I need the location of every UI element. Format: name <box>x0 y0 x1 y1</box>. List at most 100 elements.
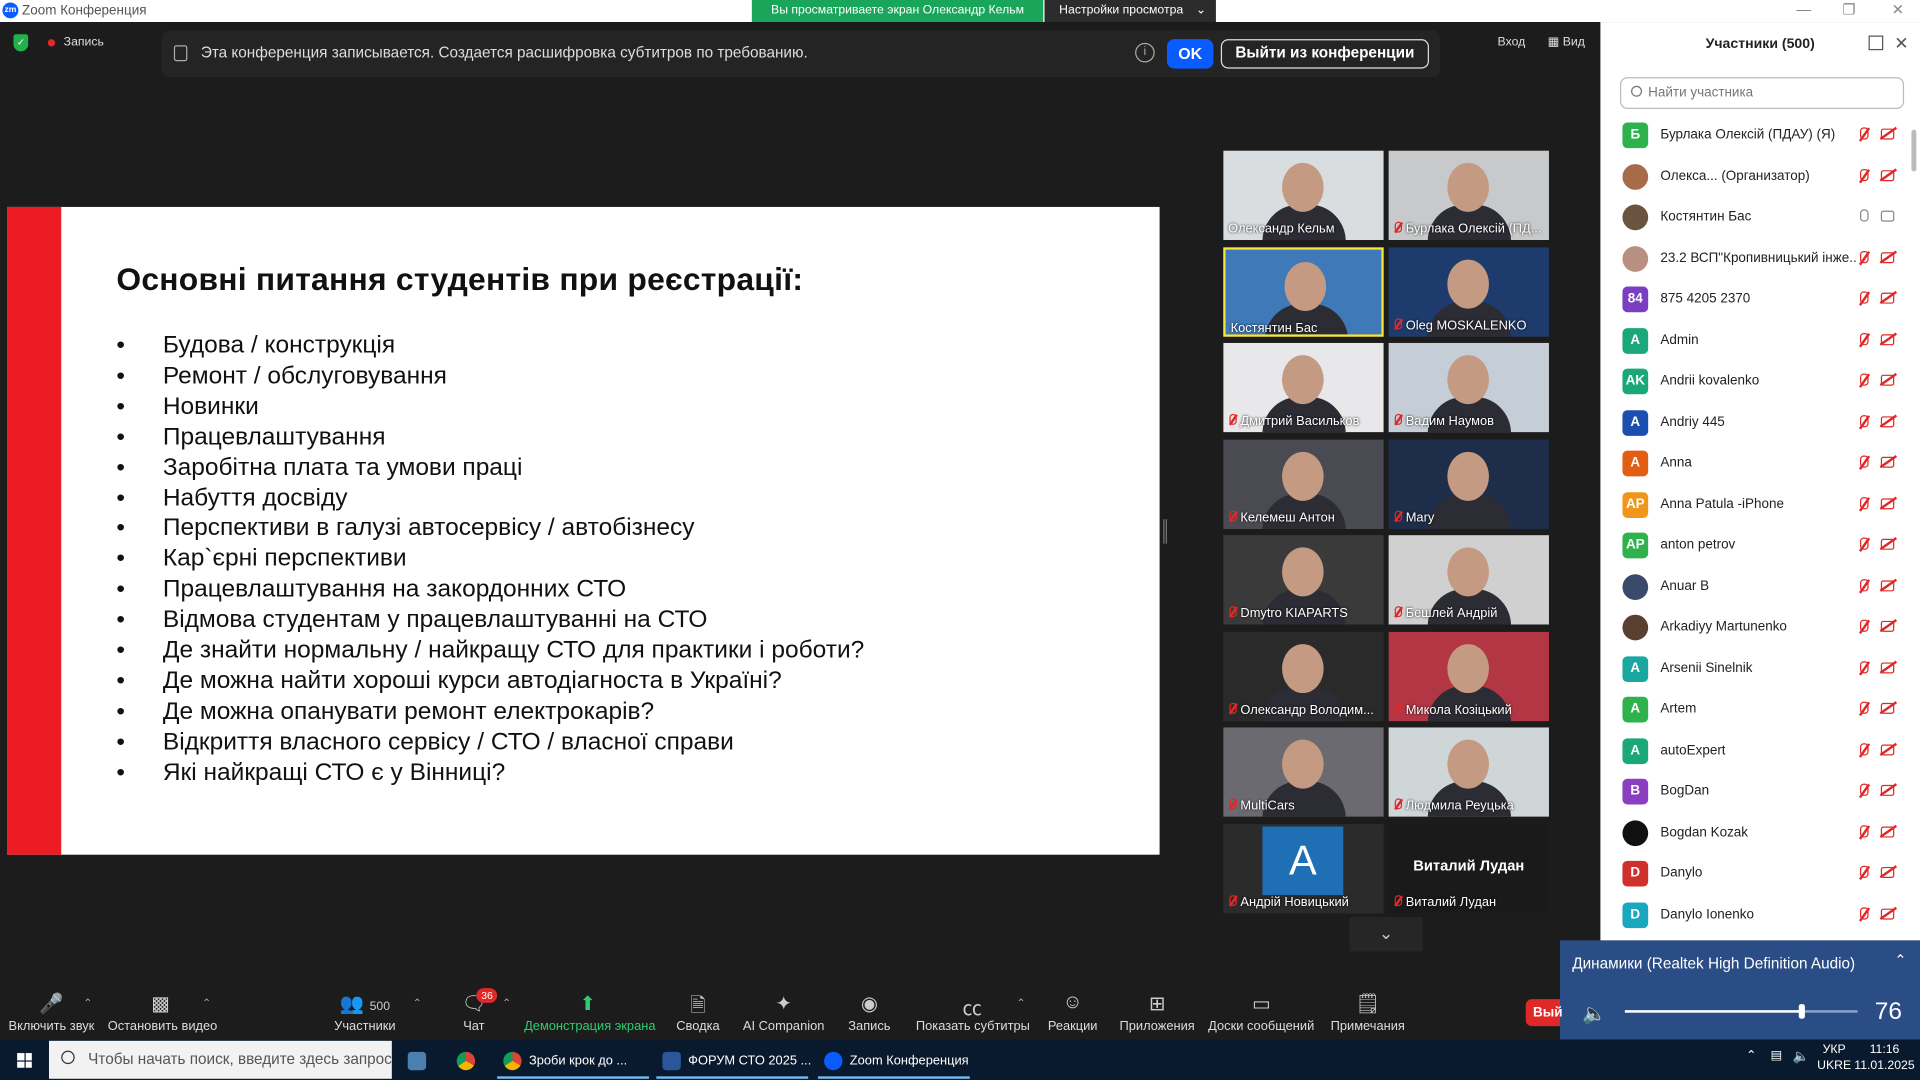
video-off-icon[interactable] <box>1880 333 1895 345</box>
chat-options-caret-icon[interactable]: ⌃ <box>502 997 511 1010</box>
muted-mic-icon[interactable] <box>1858 742 1870 758</box>
volume-tray-icon[interactable]: 🔈 <box>1793 1048 1810 1064</box>
video-options-caret-icon[interactable]: ⌃ <box>202 997 211 1010</box>
video-off-icon[interactable] <box>1880 538 1895 550</box>
participant-row[interactable]: AP Anna Patula -iPhone <box>1600 484 1920 525</box>
summary-button[interactable]: 🗎 Сводка <box>671 992 725 1034</box>
muted-mic-icon[interactable] <box>1858 660 1870 676</box>
ai-companion-button[interactable]: ✦ AI Companion <box>742 992 825 1033</box>
video-tile[interactable]: Oleg MOSKALENKO <box>1388 246 1549 337</box>
muted-mic-icon[interactable] <box>1858 537 1870 553</box>
participant-row[interactable]: A Admin <box>1600 320 1920 361</box>
stop-video-button[interactable]: ▩ Остановить видео <box>108 992 218 1033</box>
video-off-icon[interactable] <box>1880 579 1895 591</box>
participant-row[interactable]: AK Andrii kovalenko <box>1600 361 1920 402</box>
participant-row[interactable]: Anuar B <box>1600 566 1920 607</box>
captions-options-caret-icon[interactable]: ⌃ <box>1016 997 1025 1010</box>
mic-icon[interactable] <box>1858 209 1870 224</box>
video-tile[interactable]: Вадим Наумов <box>1388 342 1549 433</box>
gallery-next-page-button[interactable]: ⌄ <box>1349 917 1423 952</box>
share-screen-button[interactable]: ⬆ Демонстрация экрана <box>524 992 655 1033</box>
participant-row[interactable]: A Anna <box>1600 443 1920 484</box>
video-tile[interactable]: Бурлака Олексій (ПД... <box>1388 150 1549 241</box>
info-icon[interactable]: i <box>1135 42 1155 63</box>
tray-overflow-icon[interactable]: ⌃ <box>1746 1049 1756 1062</box>
muted-mic-icon[interactable] <box>1858 783 1870 799</box>
taskbar-app-tool[interactable] <box>407 1051 434 1071</box>
taskbar-clock[interactable]: 11:16 11.01.2025 <box>1854 1042 1915 1074</box>
participants-button[interactable]: 👥 500 Участники <box>333 992 397 1033</box>
muted-mic-icon[interactable] <box>1858 455 1870 471</box>
video-tile[interactable]: A Андрій Новицький <box>1223 823 1384 913</box>
taskbar-chrome[interactable] <box>456 1051 483 1071</box>
participant-row[interactable]: 84 875 4205 2370 <box>1600 279 1920 320</box>
video-off-icon[interactable] <box>1880 251 1895 263</box>
muted-mic-icon[interactable] <box>1858 496 1870 512</box>
panel-splitter-handle[interactable] <box>1163 519 1167 544</box>
video-camera-icon[interactable] <box>1880 210 1895 222</box>
video-off-icon[interactable] <box>1880 661 1895 673</box>
muted-mic-icon[interactable] <box>1858 250 1870 265</box>
minimize-icon[interactable]: — <box>1791 1 1815 18</box>
volume-slider-handle[interactable] <box>1799 1004 1806 1019</box>
video-tile[interactable]: Бешлей Андрій <box>1388 535 1549 625</box>
video-off-icon[interactable] <box>1880 825 1895 837</box>
windows-start-icon[interactable] <box>17 1053 32 1068</box>
language-indicator[interactable]: УКР UKRE <box>1817 1042 1851 1074</box>
participant-row[interactable]: Костянтин Бас <box>1600 197 1920 238</box>
video-off-icon[interactable] <box>1880 743 1895 755</box>
video-off-icon[interactable] <box>1880 292 1895 304</box>
video-off-icon[interactable] <box>1880 620 1895 632</box>
muted-mic-icon[interactable] <box>1858 578 1870 594</box>
reactions-button[interactable]: ☺ Реакции <box>1047 992 1098 1034</box>
video-off-icon[interactable] <box>1880 128 1895 140</box>
muted-mic-icon[interactable] <box>1858 701 1870 717</box>
video-tile[interactable]: Олександр Володим... <box>1223 631 1384 721</box>
audio-options-caret-icon[interactable]: ⌃ <box>83 997 92 1010</box>
participant-row[interactable]: AP anton petrov <box>1600 525 1920 566</box>
close-icon[interactable]: ✕ <box>1886 1 1910 18</box>
video-tile[interactable]: Микола Козіцький <box>1388 631 1549 721</box>
close-panel-icon[interactable]: ✕ <box>1894 33 1908 54</box>
video-off-icon[interactable] <box>1880 415 1895 427</box>
video-off-icon[interactable] <box>1880 374 1895 386</box>
video-tile[interactable]: Dmytro KIAPARTS <box>1223 535 1384 625</box>
participant-list-scrollbar[interactable] <box>1911 129 1917 172</box>
taskbar-app-browser[interactable]: Зроби крок до ... <box>503 1051 627 1071</box>
muted-mic-icon[interactable] <box>1858 127 1870 142</box>
muted-mic-icon[interactable] <box>1858 291 1870 306</box>
apps-button[interactable]: ⊞ Приложения <box>1119 992 1195 1033</box>
show-captions-button[interactable]: ㏄ Показать субтитры <box>916 992 1030 1033</box>
muted-mic-icon[interactable] <box>1858 865 1870 881</box>
recording-label[interactable]: Запись <box>64 36 104 49</box>
video-tile[interactable]: Людмила Реуцька <box>1388 727 1549 817</box>
video-tile[interactable]: Дмитрий Васильков <box>1223 342 1384 433</box>
video-tile[interactable]: Келемеш Антон <box>1223 438 1384 529</box>
restore-icon[interactable]: ❐ <box>1837 1 1861 18</box>
speaker-device-label[interactable]: Динамики (Realtek High Definition Audio) <box>1572 955 1855 972</box>
chevron-up-icon[interactable]: ⌃ <box>1894 951 1906 968</box>
leave-meeting-button[interactable]: Выйти из конференции <box>1220 39 1429 69</box>
end-meeting-button[interactable]: Вый <box>1525 999 1563 1027</box>
video-off-icon[interactable] <box>1880 866 1895 878</box>
video-off-icon[interactable] <box>1880 497 1895 509</box>
video-tile[interactable]: Виталий Лудан Виталий Лудан <box>1388 823 1549 913</box>
taskbar-app-zoom[interactable]: Zoom Конференция <box>824 1051 969 1071</box>
whiteboards-button[interactable]: ▭ Доски сообщений <box>1207 992 1315 1033</box>
participant-row[interactable]: Arkadiyy Martunenko <box>1600 607 1920 648</box>
participant-row[interactable]: 23.2 ВСП"Кропивницький інже... <box>1600 238 1920 279</box>
pop-out-icon[interactable] <box>1868 35 1884 51</box>
muted-mic-icon[interactable] <box>1858 619 1870 635</box>
taskbar-search-box[interactable]: Чтобы начать поиск, введите здесь запрос <box>48 1040 392 1079</box>
network-icon[interactable]: ▤ <box>1771 1049 1783 1062</box>
muted-mic-icon[interactable] <box>1858 906 1870 922</box>
record-button[interactable]: ◉ Запись <box>845 992 894 1033</box>
ok-button[interactable]: OK <box>1166 39 1214 69</box>
participant-row[interactable]: A Artem <box>1600 689 1920 730</box>
security-shield-icon[interactable]: ✓ <box>13 34 29 52</box>
video-off-icon[interactable] <box>1880 784 1895 796</box>
participant-row[interactable]: D Danylo <box>1600 853 1920 894</box>
video-off-icon[interactable] <box>1880 456 1895 468</box>
participant-row[interactable]: A Arsenii Sinelnik <box>1600 648 1920 689</box>
participants-options-caret-icon[interactable]: ⌃ <box>413 997 422 1010</box>
